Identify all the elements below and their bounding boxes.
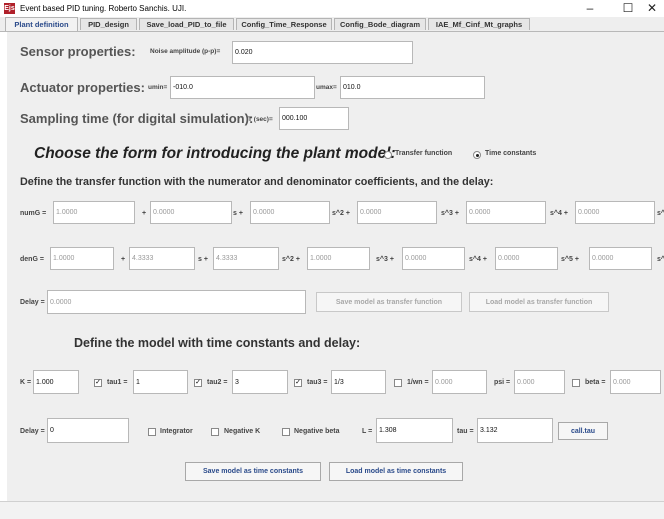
save-tc-button[interactable]: Save model as time constants [185, 462, 321, 481]
den-coef-6[interactable]: 0.0000 [589, 247, 652, 270]
beta-checkbox[interactable] [572, 379, 580, 387]
calc-tau-button[interactable]: call.tau [558, 422, 608, 440]
num-op-1: s + [233, 210, 243, 217]
tf-heading: Define the transfer function with the nu… [20, 176, 494, 188]
psi-label: psi = [494, 379, 511, 386]
tau2-input[interactable]: 3 [232, 370, 288, 394]
den-op-3: s^3 + [376, 256, 394, 263]
status-bar [0, 501, 664, 519]
tau1-input[interactable]: 1 [133, 370, 188, 394]
num-coef-2[interactable]: 0.0000 [250, 201, 330, 224]
den-coef-2[interactable]: 4.3333 [213, 247, 279, 270]
tab-iae-graphs[interactable]: IAE_Mf_Cinf_Mt_graphs [428, 18, 530, 30]
tf-delay-input[interactable]: 0.0000 [47, 290, 306, 314]
den-op-5: s^5 + [561, 256, 579, 263]
tc-delay-input[interactable]: 0 [47, 418, 129, 443]
num-coef-4[interactable]: 0.0000 [466, 201, 546, 224]
tab-plant-definition[interactable]: Plant definition [5, 17, 78, 31]
negative-beta-checkbox[interactable] [282, 428, 290, 436]
num-coef-0[interactable]: 1.0000 [53, 201, 135, 224]
num-coef-3[interactable]: 0.0000 [357, 201, 437, 224]
tab-config-time-response[interactable]: Config_Time_Response [236, 18, 332, 30]
den-op-0: + [121, 256, 126, 263]
tau3-input[interactable]: 1/3 [331, 370, 386, 394]
tau-input[interactable]: 3.132 [477, 418, 553, 443]
negative-k-checkbox[interactable] [211, 428, 219, 436]
umin-label: umin= [148, 84, 168, 91]
transfer-function-option-label: Transfer function [395, 150, 453, 157]
tab-config-bode-diagram[interactable]: Config_Bode_diagram [334, 18, 426, 30]
tau1-label: tau1 = [107, 379, 128, 386]
num-coef-1[interactable]: 0.0000 [150, 201, 232, 224]
tau3-label: tau3 = [307, 379, 328, 386]
k-label: K = [20, 379, 32, 386]
tab-save-load-pid[interactable]: Save_load_PID_to_file [139, 18, 234, 30]
noise-amplitude-input[interactable]: 0.020 [232, 41, 413, 64]
l-label: L = [362, 428, 373, 435]
tau-label: tau = [457, 428, 474, 435]
num-op-2: s^2 + [332, 210, 350, 217]
integrator-label: Integrator [160, 428, 193, 435]
den-coef-0[interactable]: 1.0000 [50, 247, 114, 270]
actuator-heading: Actuator properties: [20, 80, 145, 95]
wn-label: 1/wn = [407, 379, 429, 386]
beta-input[interactable]: 0.000 [610, 370, 661, 394]
den-coef-4[interactable]: 0.0000 [402, 247, 465, 270]
l-input[interactable]: 1.308 [376, 418, 453, 443]
wn-input[interactable]: 0.000 [432, 370, 487, 394]
time-constants-option-label: Time constants [485, 150, 537, 157]
umax-input[interactable]: 010.0 [340, 76, 485, 99]
den-op-2: s^2 + [282, 256, 300, 263]
negative-k-label: Negative K [224, 428, 261, 435]
psi-input[interactable]: 0.000 [514, 370, 565, 394]
den-op-1: s + [198, 256, 208, 263]
load-tf-button[interactable]: Load model as transfer function [469, 292, 609, 312]
save-tf-button[interactable]: Save model as transfer function [316, 292, 462, 312]
den-op-4: s^4 + [469, 256, 487, 263]
tau2-label: tau2 = [207, 379, 228, 386]
num-label: numG = [20, 210, 47, 217]
app-icon: Ejs [4, 3, 15, 14]
num-op-5: s^ [657, 210, 664, 217]
num-op-0: + [142, 210, 147, 217]
num-coef-5[interactable]: 0.0000 [575, 201, 655, 224]
transfer-function-radio[interactable] [384, 151, 392, 159]
tau3-checkbox[interactable]: ✓ [294, 379, 302, 387]
minimize-icon[interactable]: – [574, 0, 606, 17]
den-coef-3[interactable]: 1.0000 [307, 247, 370, 270]
num-op-4: s^4 + [550, 210, 568, 217]
tf-delay-label: Delay = [20, 299, 45, 306]
tau2-checkbox[interactable]: ✓ [194, 379, 202, 387]
tc-delay-label: Delay = [20, 428, 45, 435]
sensor-heading: Sensor properties: [20, 44, 136, 59]
integrator-checkbox[interactable] [148, 428, 156, 436]
negative-beta-label: Negative beta [294, 428, 340, 435]
plant-form-heading: Choose the form for introducing the plan… [34, 145, 396, 162]
time-constants-radio[interactable] [473, 151, 481, 159]
load-tc-button[interactable]: Load model as time constants [329, 462, 463, 481]
wn-checkbox[interactable] [394, 379, 402, 387]
tc-heading: Define the model with time constants and… [74, 336, 361, 350]
den-coef-5[interactable]: 0.0000 [495, 247, 558, 270]
sampling-time-input[interactable]: 000.100 [279, 107, 349, 130]
umin-input[interactable]: -010.0 [170, 76, 315, 99]
tab-bar: Plant definition PID_design Save_load_PI… [0, 17, 664, 32]
sampling-label: T (sec)= [248, 116, 273, 123]
umax-label: umax= [316, 84, 337, 91]
den-label: denG = [20, 256, 44, 263]
num-op-3: s^3 + [441, 210, 459, 217]
tab-pid-design[interactable]: PID_design [80, 18, 137, 30]
k-input[interactable]: 1.000 [33, 370, 79, 394]
close-icon[interactable]: ✕ [640, 0, 664, 17]
tau1-checkbox[interactable]: ✓ [94, 379, 102, 387]
window-title: Event based PID tuning. Roberto Sanchis.… [20, 4, 187, 13]
den-op-6: s^ [657, 256, 664, 263]
sampling-heading: Sampling time (for digital simulation): [20, 111, 254, 126]
noise-label: Noise amplitude (p-p)= [150, 48, 221, 55]
den-coef-1[interactable]: 4.3333 [129, 247, 195, 270]
title-bar: Ejs Event based PID tuning. Roberto Sanc… [0, 0, 664, 17]
beta-label: beta = [585, 379, 606, 386]
